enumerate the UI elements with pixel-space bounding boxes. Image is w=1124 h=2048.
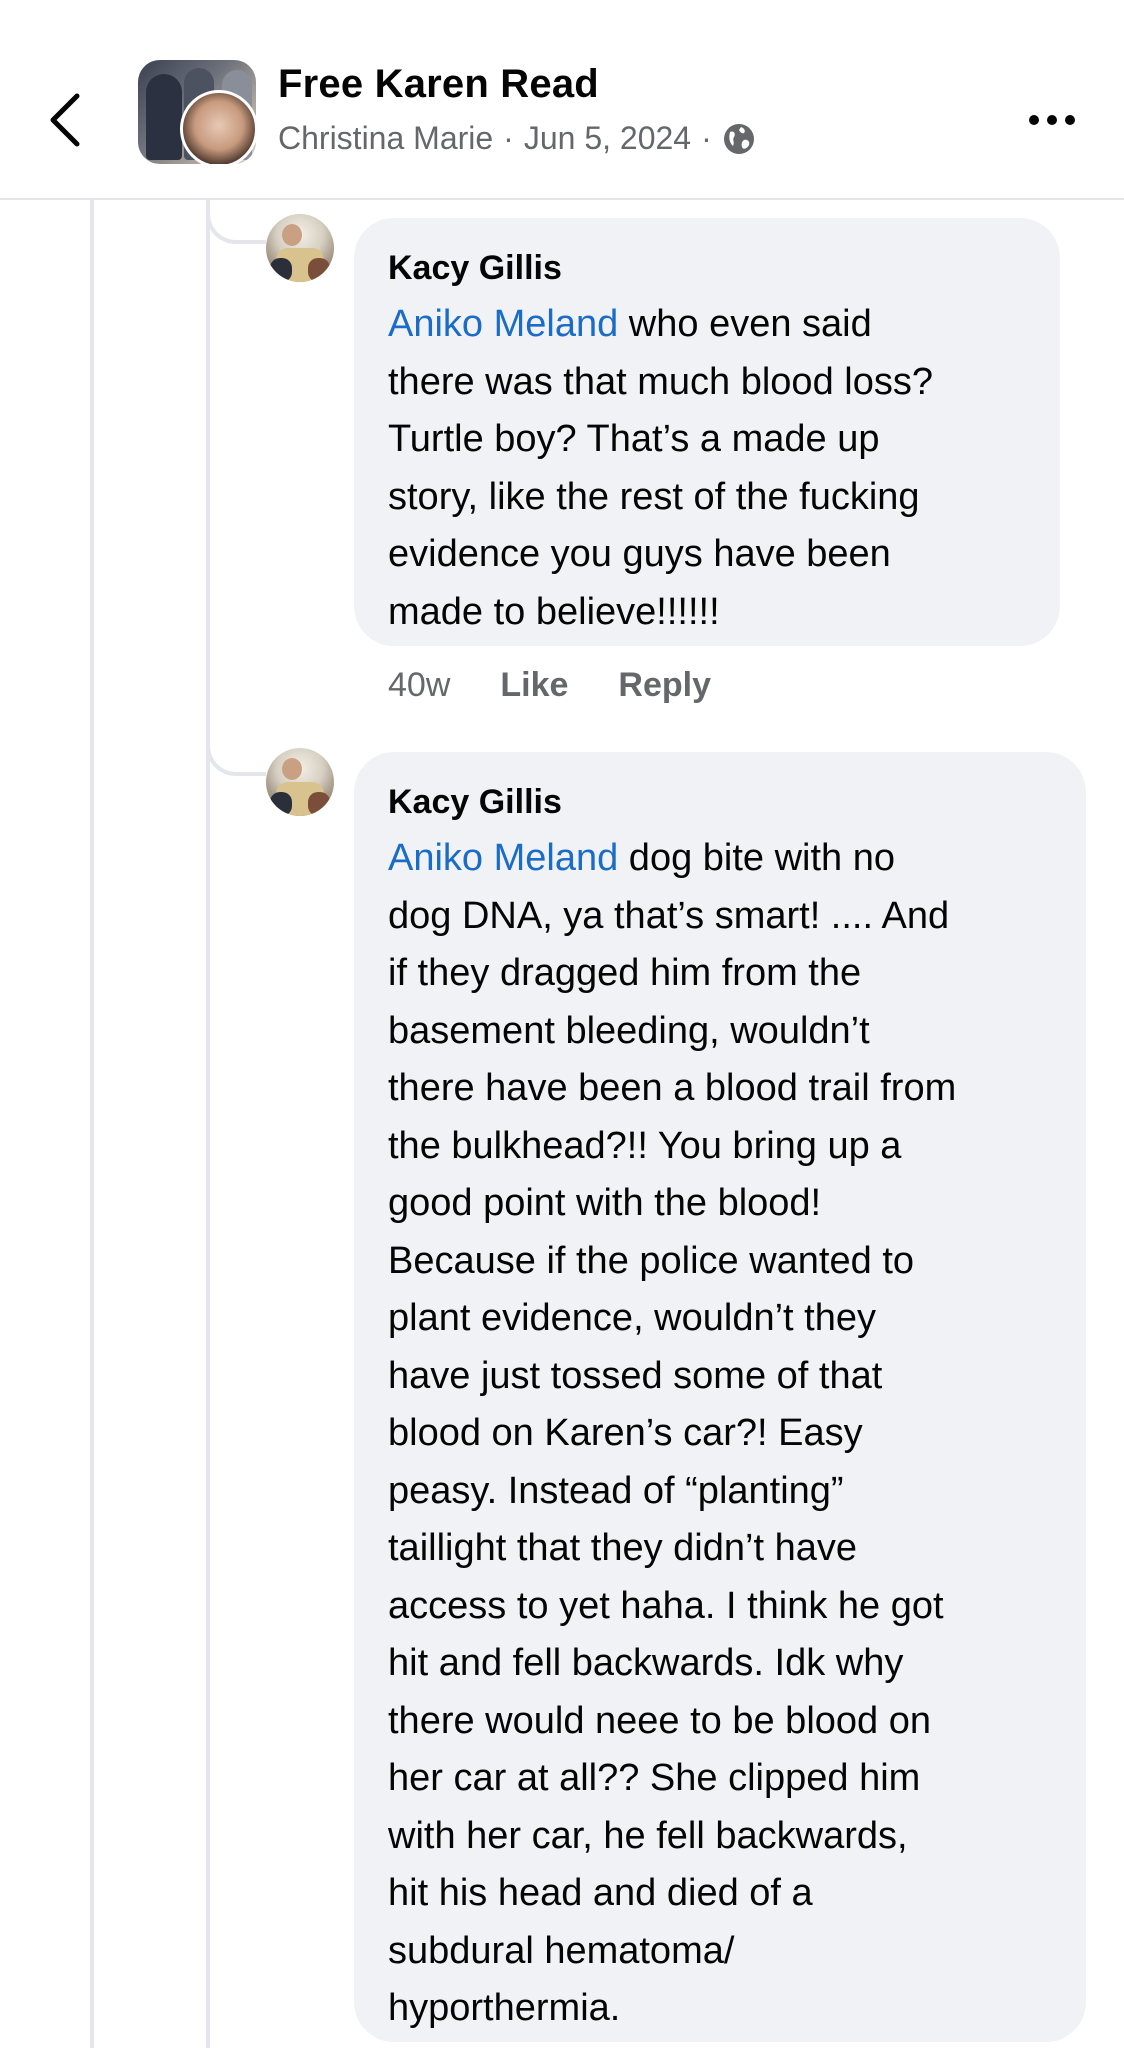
poster-name[interactable]: Christina Marie	[278, 120, 493, 157]
comment-text: Aniko Meland dog bite with no dog DNA, y…	[388, 830, 1052, 2038]
avatar[interactable]	[266, 214, 334, 282]
comment-line: blood on Karen’s car?! Easy	[388, 1412, 863, 1454]
comment-text: Aniko Meland who even said there was tha…	[388, 296, 1026, 641]
reply-connector	[206, 198, 266, 244]
meta-separator: ·	[503, 120, 514, 156]
comment-author[interactable]: Kacy Gillis	[388, 246, 1026, 290]
comment-line: hyporthermia.	[388, 1987, 621, 2029]
comment-line: Because if the police wanted to	[388, 1239, 915, 1282]
avatar[interactable]	[266, 748, 334, 816]
comment-line: hit and fell backwards. Idk why	[388, 1642, 904, 1684]
comment-line: the bulkhead?!! You bring up a	[388, 1124, 902, 1167]
comment-line: access to yet haha. I think he got	[388, 1584, 944, 1627]
header-bar: Free Karen Read Christina Marie · Jun 5,…	[0, 0, 1124, 200]
mention-link[interactable]: Aniko Meland	[388, 303, 618, 345]
comment-timestamp[interactable]: 40w	[388, 666, 450, 705]
comment-line: good point with the blood!	[388, 1182, 822, 1224]
more-horizontal-icon	[1029, 115, 1039, 125]
comment-line: basement bleeding, wouldn’t	[388, 1009, 870, 1052]
comment-line: there have been a blood trail from	[388, 1067, 957, 1109]
like-button[interactable]: Like	[500, 666, 568, 705]
comment-line: subdural hematoma/	[388, 1929, 735, 1972]
back-button[interactable]	[40, 90, 90, 150]
thread-line	[90, 198, 94, 2048]
comment-line: evidence you guys have been	[388, 533, 891, 575]
group-avatar[interactable]	[138, 60, 256, 164]
comment-line: Turtle boy? That’s a made up	[388, 418, 880, 460]
comment-line: made to believe!!!!!!	[388, 590, 720, 633]
reply-thread-line	[206, 198, 210, 2048]
mention-link[interactable]: Aniko Meland	[388, 837, 618, 879]
group-name[interactable]: Free Karen Read	[278, 62, 599, 107]
comment-line: dog bite with no	[618, 837, 895, 879]
comment-line: hit his head and died of a	[388, 1872, 813, 1914]
comment-line: there would neee to be blood on	[388, 1699, 931, 1742]
comment-line: plant evidence, wouldn’t they	[388, 1297, 876, 1339]
comment-line: her car at all?? She clipped him	[388, 1757, 921, 1799]
comment-line: dog DNA, ya that’s smart! .... And	[388, 894, 950, 937]
reply-button[interactable]: Reply	[618, 666, 711, 705]
comment-bubble: Kacy Gillis Aniko Meland dog bite with n…	[354, 752, 1086, 2042]
comment-bubble: Kacy Gillis Aniko Meland who even said t…	[354, 218, 1060, 646]
comment-author[interactable]: Kacy Gillis	[388, 780, 1052, 824]
globe-icon	[722, 122, 756, 156]
comment-line: who even said	[618, 303, 872, 345]
reply-connector	[206, 730, 266, 776]
post-meta: Christina Marie · Jun 5, 2024 ·	[278, 120, 756, 157]
comment-line: story, like the rest of the fucking	[388, 475, 920, 518]
comment-actions: 40w Like Reply	[388, 660, 761, 710]
comment-line: there was that much blood loss?	[388, 360, 933, 403]
comment-line: have just tossed some of that	[388, 1354, 883, 1397]
chevron-left-icon	[50, 93, 80, 147]
comment-line: taillight that they didn’t have	[388, 1527, 857, 1569]
comment-line: peasy. Instead of “planting”	[388, 1469, 844, 1512]
comment-line: if they dragged him from the	[388, 952, 862, 994]
post-date[interactable]: Jun 5, 2024	[524, 120, 691, 157]
meta-separator: ·	[701, 120, 712, 156]
comment-line: with her car, he fell backwards,	[388, 1814, 908, 1857]
more-options-button[interactable]	[1022, 100, 1082, 140]
